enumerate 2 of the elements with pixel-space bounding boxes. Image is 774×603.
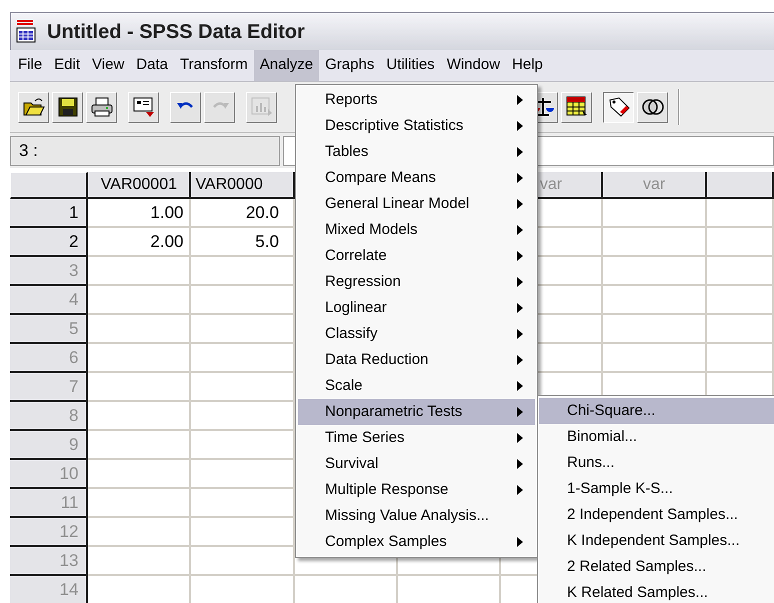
window-title: Untitled - SPSS Data Editor [47,20,305,44]
cell-name-field: 3 : [10,136,280,166]
